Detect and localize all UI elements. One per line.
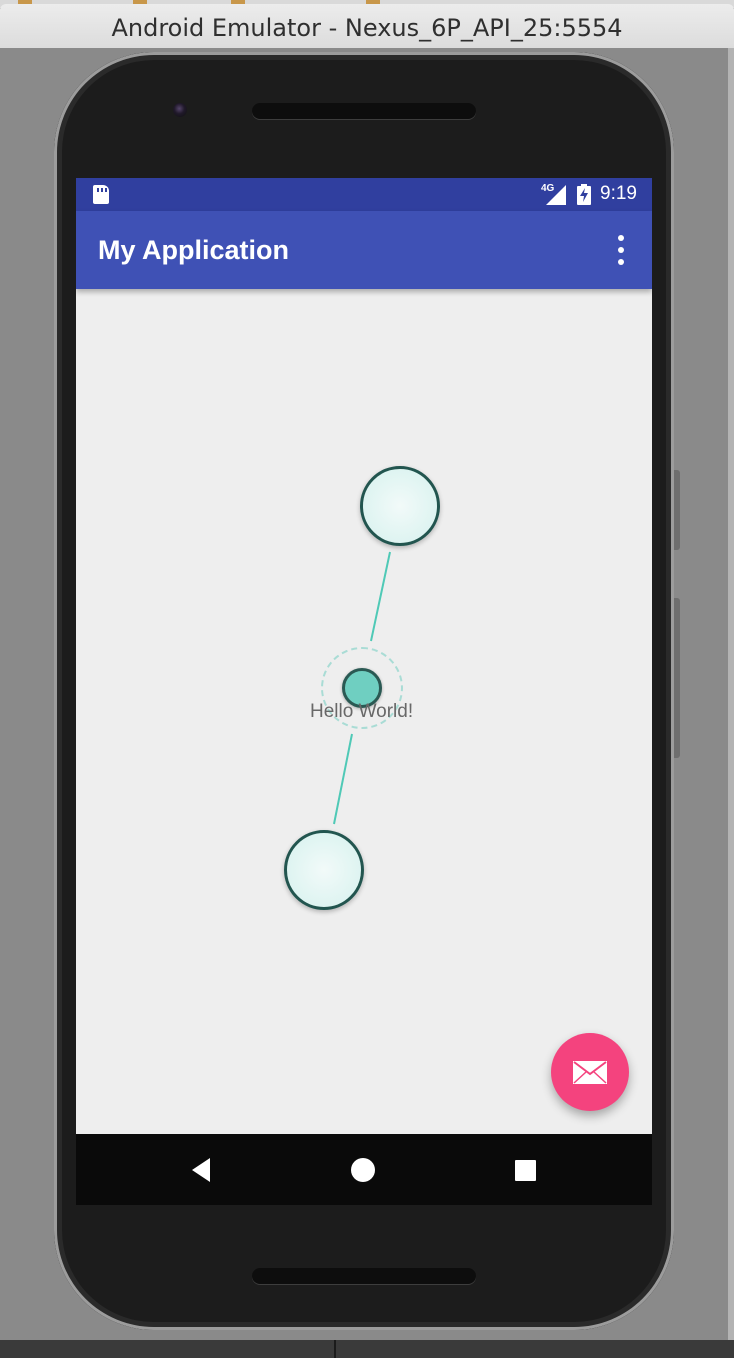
emulator-title-bar[interactable]: Android Emulator - Nexus_6P_API_25:5554 <box>0 4 734 49</box>
status-clock: 9:19 <box>600 183 637 204</box>
device-screen: 4G 9:19 My Application Hello World! <box>76 178 652 1205</box>
app-title: My Application <box>98 235 290 265</box>
home-icon <box>351 1158 375 1182</box>
window-edge <box>728 48 734 1358</box>
drag-node-bottom[interactable] <box>284 830 364 910</box>
battery-charging-icon <box>577 184 591 205</box>
mail-icon <box>573 1061 607 1084</box>
bottom-speaker-grille <box>252 1268 476 1284</box>
power-button[interactable] <box>674 470 680 550</box>
content-area[interactable]: Hello World! <box>76 289 652 1134</box>
hello-world-label: Hello World! <box>310 701 414 722</box>
mail-fab[interactable] <box>551 1033 629 1111</box>
navigation-bar <box>76 1134 652 1205</box>
panel-divider <box>334 1340 336 1358</box>
top-speaker-grille <box>252 103 476 119</box>
drag-node-top[interactable] <box>360 466 440 546</box>
signal-icon <box>546 185 566 205</box>
host-panel <box>0 1340 734 1358</box>
sd-card-icon <box>93 185 109 204</box>
recents-button[interactable] <box>509 1154 541 1186</box>
recents-icon <box>515 1160 536 1181</box>
app-toolbar: My Application <box>76 211 652 289</box>
back-icon <box>192 1158 210 1182</box>
status-bar: 4G 9:19 <box>76 178 652 211</box>
connector-line-bottom <box>333 733 353 825</box>
more-vert-icon[interactable] <box>609 233 633 267</box>
front-camera <box>173 103 187 117</box>
volume-rocker[interactable] <box>674 598 680 758</box>
back-button[interactable] <box>186 1154 218 1186</box>
connector-line-top <box>370 551 391 642</box>
window-title: Android Emulator - Nexus_6P_API_25:5554 <box>111 14 623 42</box>
home-button[interactable] <box>347 1154 379 1186</box>
